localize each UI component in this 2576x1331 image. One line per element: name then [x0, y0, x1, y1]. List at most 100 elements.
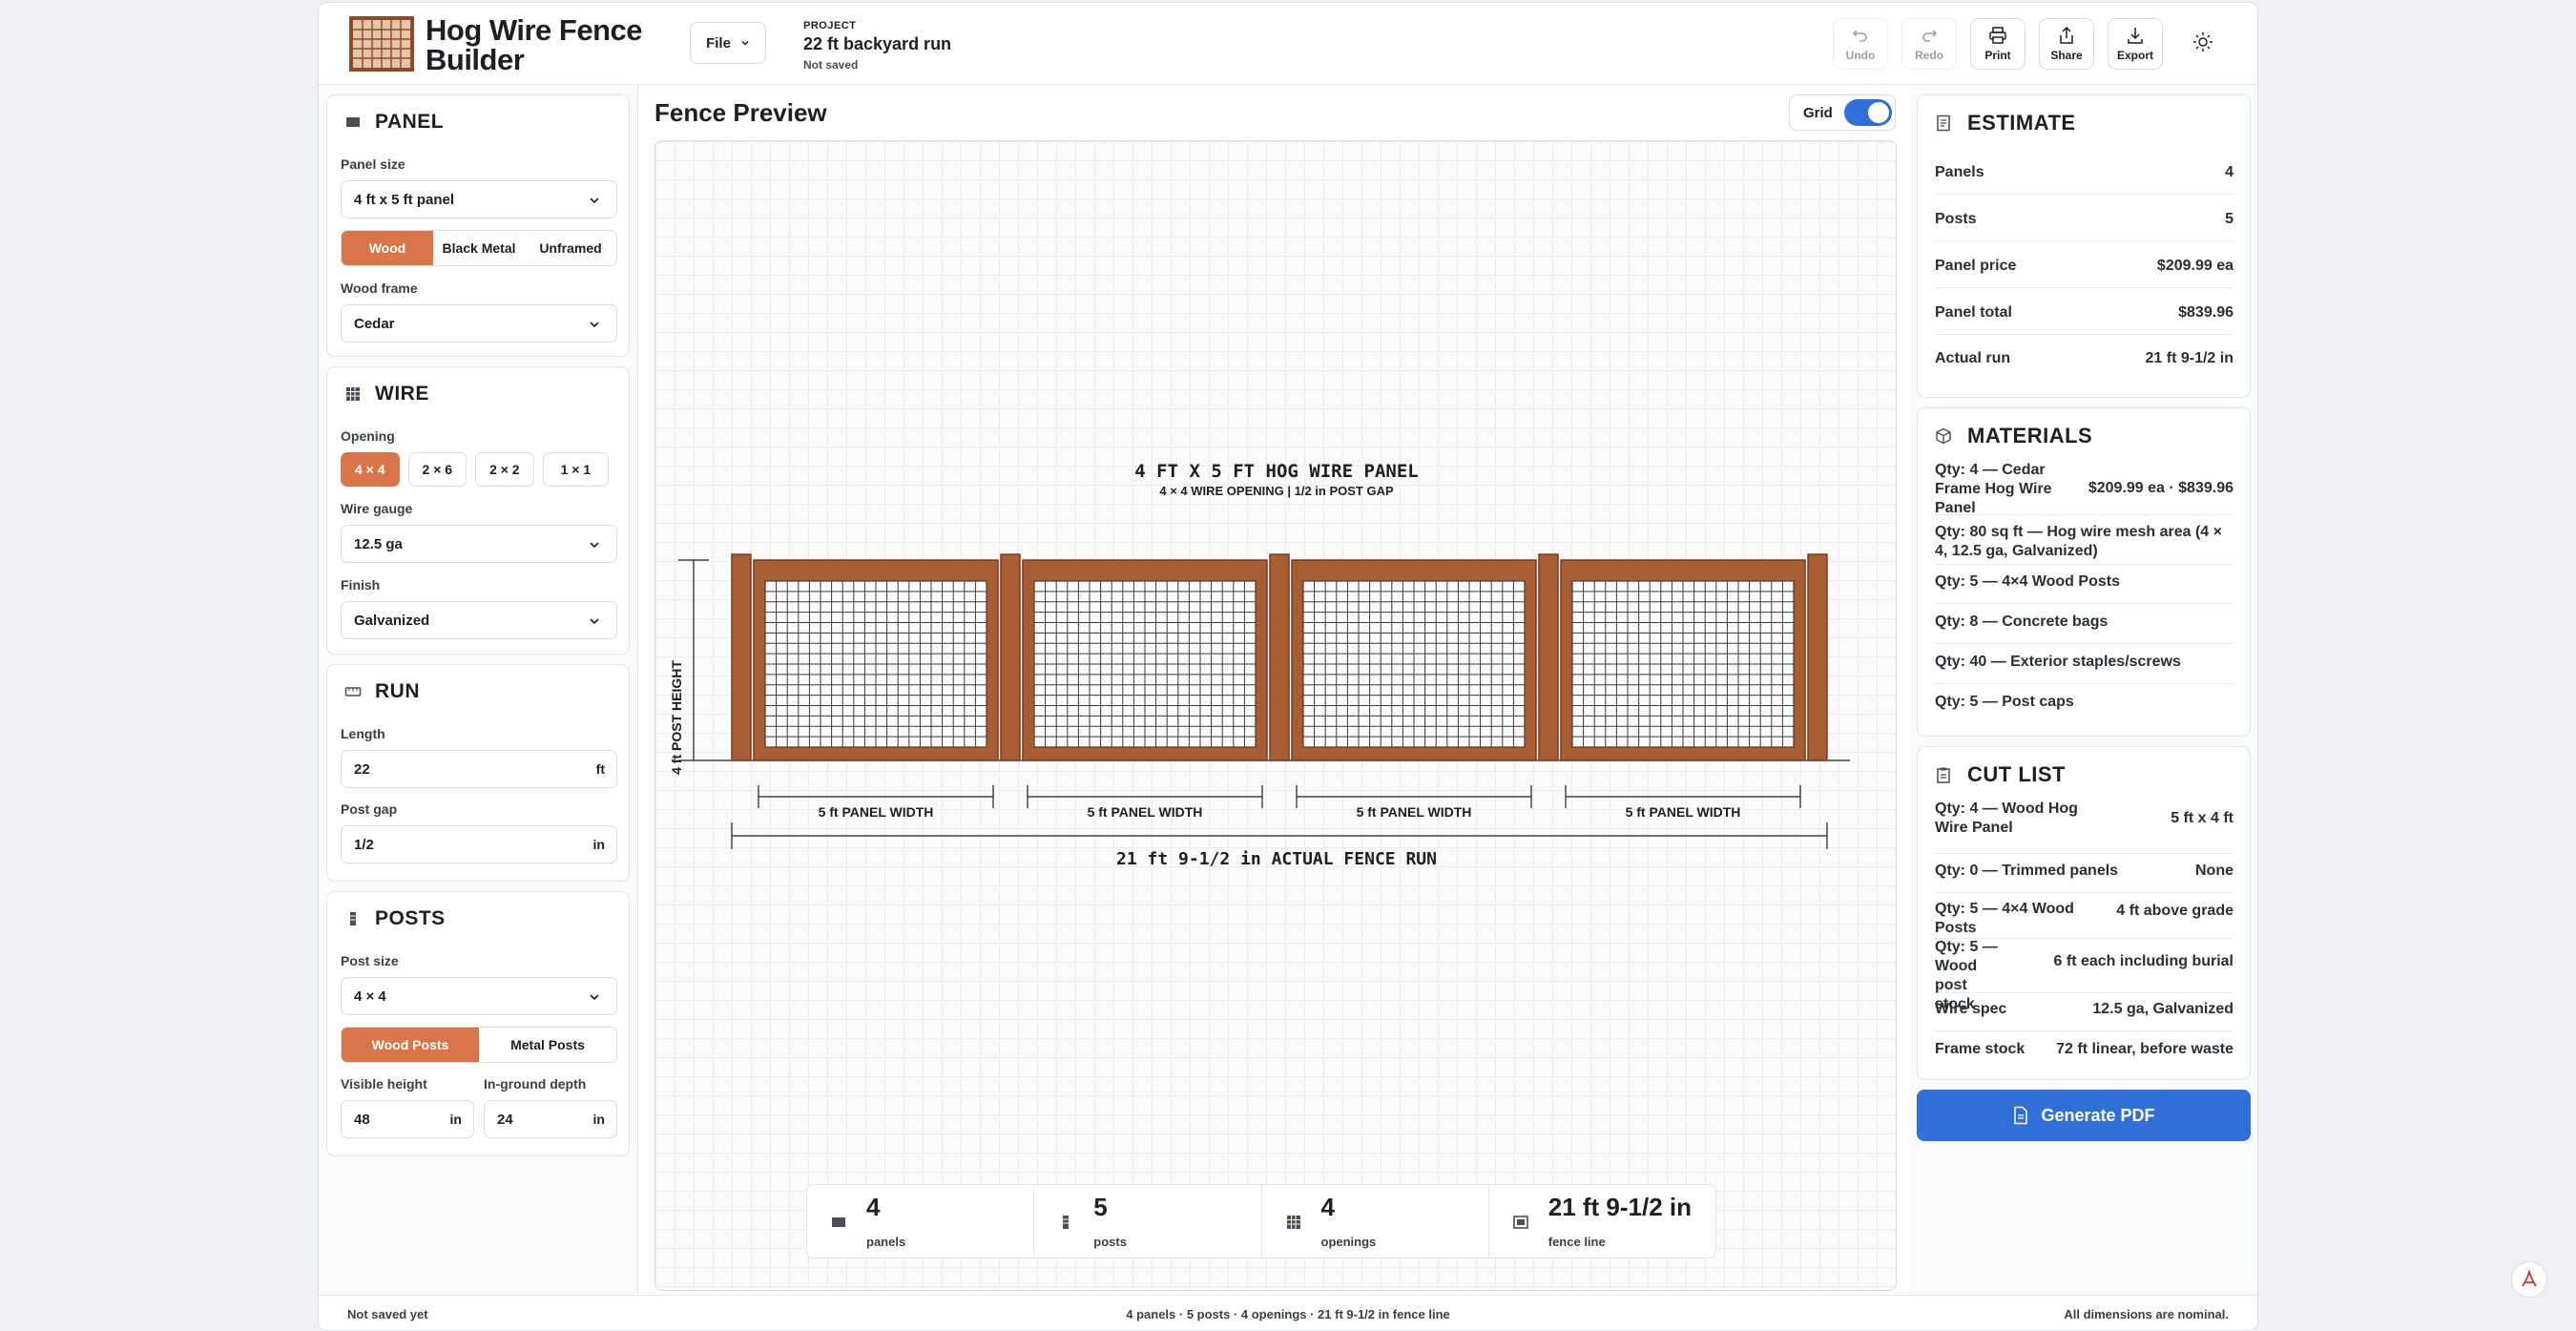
export-button[interactable]: Export — [2108, 18, 2163, 70]
post-gap-input[interactable]: 1/2 in — [341, 825, 617, 863]
share-button[interactable]: Share — [2039, 18, 2094, 70]
cut-list-header: CUT LIST — [1935, 762, 2066, 787]
post-size-value: 4 × 4 — [354, 988, 386, 1005]
row-value: None — [2195, 863, 2233, 879]
theme-toggle-icon[interactable] — [2192, 31, 2213, 52]
panel-title: PANEL — [375, 111, 445, 133]
posts-header: POSTS — [344, 907, 446, 930]
stat-value: 21 ft 9-1/2 in — [1548, 1193, 1693, 1221]
row-key: Qty: 5 — Post caps — [1935, 694, 2074, 710]
row-key: Qty: 5 — 4×4 Wood Posts — [1935, 573, 2120, 590]
row-key: Wire spec — [1935, 1001, 2007, 1017]
app-title: Hog Wire Fence Builder — [426, 13, 642, 76]
chevron-down-icon — [590, 542, 599, 549]
estimate-row-actual-run: Actual run 21 ft 9-1/2 in — [1935, 349, 2233, 381]
cut-row: Qty: 0 — Trimmed panels None — [1935, 862, 2233, 893]
length-input[interactable]: 22 ft — [341, 750, 617, 788]
estimate-header: ESTIMATE — [1935, 111, 2076, 135]
material-black-metal-option[interactable]: Black Metal — [433, 231, 525, 265]
row-value: 4 ft above grade — [2116, 903, 2233, 919]
row-value: 6 ft each including burial — [2053, 953, 2233, 969]
footer-summary: 4 panels · 5 posts · 4 openings · 21 ft … — [1126, 1307, 1450, 1321]
in-ground-depth-value: 24 — [497, 1111, 513, 1128]
opening-2x6-option[interactable]: 2 × 6 — [407, 452, 467, 487]
wood-posts-option[interactable]: Wood Posts — [342, 1028, 479, 1062]
row-key: Panel price — [1935, 258, 2017, 274]
file-menu-button[interactable]: File — [690, 22, 766, 64]
box-icon — [1936, 427, 1951, 445]
panel-material-segment: Wood Black Metal Unframed — [341, 230, 617, 266]
redo-label: Redo — [1915, 49, 1943, 62]
finish-select[interactable]: Galvanized — [341, 601, 617, 639]
opening-2x2-option[interactable]: 2 × 2 — [475, 452, 534, 487]
in-ground-depth-input[interactable]: 24 in — [484, 1100, 617, 1138]
wire-card: WIRE Opening 4 × 4 2 × 6 2 × 2 1 × 1 Wir… — [326, 366, 630, 655]
clipboard-icon — [1937, 767, 1950, 783]
visible-height-value: 48 — [354, 1111, 370, 1128]
row-key: Qty: 4 — Cedar Frame Hog Wire Panel — [1935, 462, 2052, 516]
stat-label: fence line — [1548, 1235, 1606, 1249]
post-icon — [1063, 1216, 1070, 1229]
receipt-icon — [1937, 114, 1950, 132]
length-unit: ft — [595, 761, 605, 777]
material-wood-option[interactable]: Wood — [342, 231, 433, 265]
post-size-select[interactable]: 4 × 4 — [341, 977, 617, 1015]
metal-posts-option[interactable]: Metal Posts — [479, 1028, 616, 1062]
opening-1x1-option[interactable]: 1 × 1 — [542, 452, 610, 487]
app-window: Hog Wire Fence Builder File PROJECT 22 f… — [318, 2, 2258, 1331]
project-name[interactable]: 22 ft backyard run — [803, 34, 951, 54]
grid-icon — [1286, 1216, 1300, 1229]
in-ground-depth-label: In-ground depth — [484, 1076, 587, 1092]
share-label: Share — [2050, 49, 2083, 62]
panel-size-select[interactable]: 4 ft x 5 ft panel — [341, 180, 617, 218]
visible-height-input[interactable]: 48 in — [341, 1100, 474, 1138]
stat-label: posts — [1093, 1235, 1127, 1249]
run-header: RUN — [344, 680, 420, 703]
row-key: Qty: 8 — Concrete bags — [1935, 614, 2109, 630]
opening-4x4-option[interactable]: 4 × 4 — [341, 452, 400, 487]
drawing-subtitle: 4 × 4 WIRE OPENING | 1/2 in POST GAP — [1159, 484, 1394, 498]
fence-structure: 5 ft PANEL WIDTH 5 ft PANEL WIDTH 5 ft PAN… — [678, 553, 1850, 849]
preview-title: Fence Preview — [654, 98, 827, 127]
generate-pdf-button[interactable]: Generate PDF — [1917, 1090, 2251, 1141]
fence-post — [1807, 553, 1828, 761]
stat-fence-line: 21 ft 9-1/2 in fence line — [1489, 1185, 1715, 1258]
grid-switch[interactable] — [1843, 99, 1892, 126]
row-key: Qty: 4 — Wood Hog Wire Panel — [1935, 801, 2078, 836]
finish-label: Finish — [341, 577, 381, 593]
panel-size-label: Panel size — [341, 156, 405, 172]
estimate-row-panel-total: Panel total $839.96 — [1935, 303, 2233, 335]
fence-drawing: 4 FT X 5 FT HOG WIRE PANEL 4 × 4 WIRE OP… — [669, 461, 1850, 869]
grid-toggle[interactable]: Grid — [1789, 94, 1896, 131]
cut-row: Frame stock 72 ft linear, before waste — [1935, 1040, 2233, 1071]
undo-button[interactable]: Undo — [1833, 18, 1888, 70]
print-button[interactable]: Print — [1970, 18, 2025, 70]
wood-frame-select[interactable]: Cedar — [341, 304, 617, 343]
materials-card: MATERIALS Qty: 4 — Cedar Frame Hog Wire … — [1917, 407, 2251, 737]
assistant-button[interactable] — [2511, 1261, 2547, 1298]
posts-card: POSTS Post size 4 × 4 Wood Posts Metal P… — [326, 891, 630, 1156]
drawing-title: 4 FT X 5 FT HOG WIRE PANEL — [1134, 461, 1418, 482]
undo-label: Undo — [1845, 49, 1876, 62]
material-unframed-option[interactable]: Unframed — [525, 231, 616, 265]
finish-value: Galvanized — [354, 612, 430, 629]
fence-canvas[interactable]: 4 FT X 5 FT HOG WIRE PANEL 4 × 4 WIRE OP… — [654, 140, 1897, 1291]
wire-gauge-select[interactable]: 12.5 ga — [341, 525, 617, 563]
redo-icon — [1922, 30, 1938, 42]
status-bar: Not saved yet 4 panels · 5 posts · 4 ope… — [319, 1295, 2257, 1330]
length-value: 22 — [354, 760, 370, 778]
fence-post — [1269, 553, 1290, 761]
cut-row: Qty: 5 — Wood post stock 6 ft each includ… — [1935, 938, 2233, 1012]
chevron-down-icon — [590, 618, 599, 625]
panel-icon — [346, 117, 360, 127]
run-title: RUN — [375, 680, 420, 702]
preview-area: Fence Preview Grid 4 FT X 5 FT HOG WIRE … — [639, 85, 1908, 1295]
post-height-label: 4 ft POST HEIGHT — [669, 660, 684, 775]
cut-row: Qty: 5 — 4×4 Wood Posts 4 ft above grade — [1935, 900, 2233, 939]
row-value: 5 — [2225, 211, 2233, 227]
ruler-icon — [1512, 1216, 1528, 1229]
settings-sidebar: PANEL Panel size 4 ft x 5 ft panel Wood … — [319, 85, 638, 1295]
redo-button[interactable]: Redo — [1901, 18, 1957, 70]
materials-title: MATERIALS — [1967, 424, 2093, 447]
opening-options: 4 × 4 2 × 6 2 × 2 1 × 1 — [341, 452, 610, 487]
